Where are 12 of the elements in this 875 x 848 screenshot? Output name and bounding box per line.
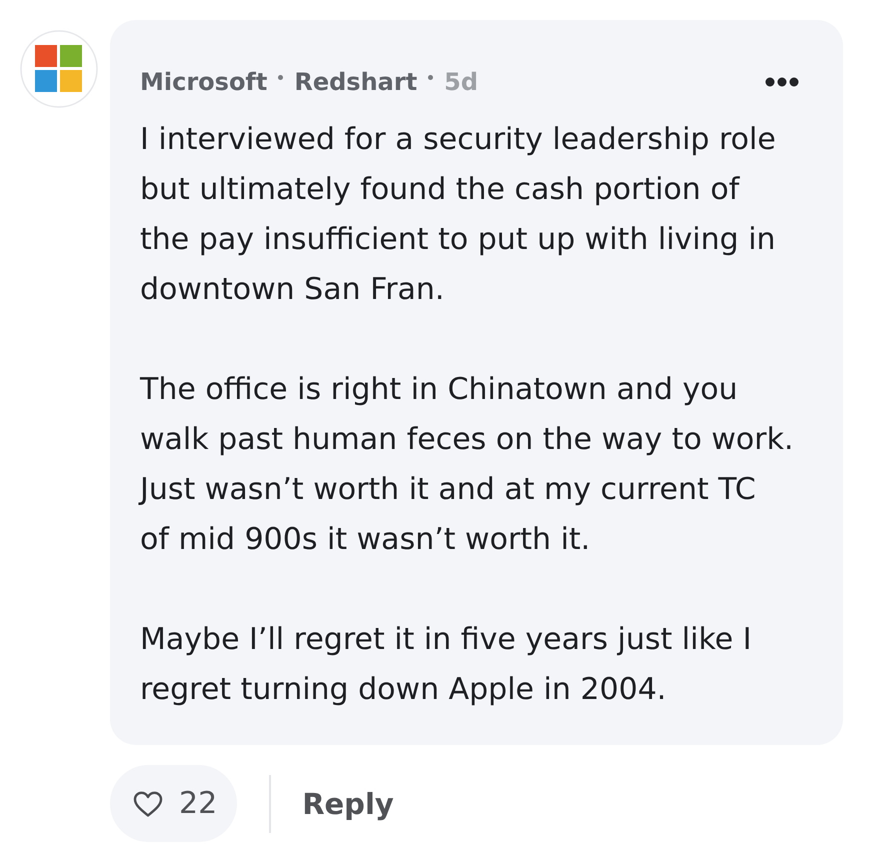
separator-dot-icon — [428, 74, 434, 80]
post-age: 5d — [444, 68, 478, 96]
comment-paragraph: I interviewed for a security leadership role but ultimately found the cash portion of the pay insufficient to put up with living in downtown San Fran. — [140, 121, 777, 309]
separator-dot-icon — [278, 74, 284, 80]
four-squares-avatar-icon — [20, 30, 98, 108]
username[interactable]: Redshart — [294, 68, 418, 96]
like-button[interactable]: 22 — [110, 765, 238, 842]
more-options-icon[interactable] — [765, 77, 799, 87]
reply-button[interactable]: Reply — [302, 786, 394, 820]
comment-paragraph: Maybe I’ll regret it in five years just like I regret turning down Apple in 2004. — [140, 621, 753, 709]
company-name[interactable]: Microsoft — [140, 68, 268, 96]
comment-paragraph: The office is right in Chinatown and you walk past human feces on the way to work. Just wasn’t worth it and at my current TC of mid 900s it wasn’t worth it. — [140, 371, 795, 559]
